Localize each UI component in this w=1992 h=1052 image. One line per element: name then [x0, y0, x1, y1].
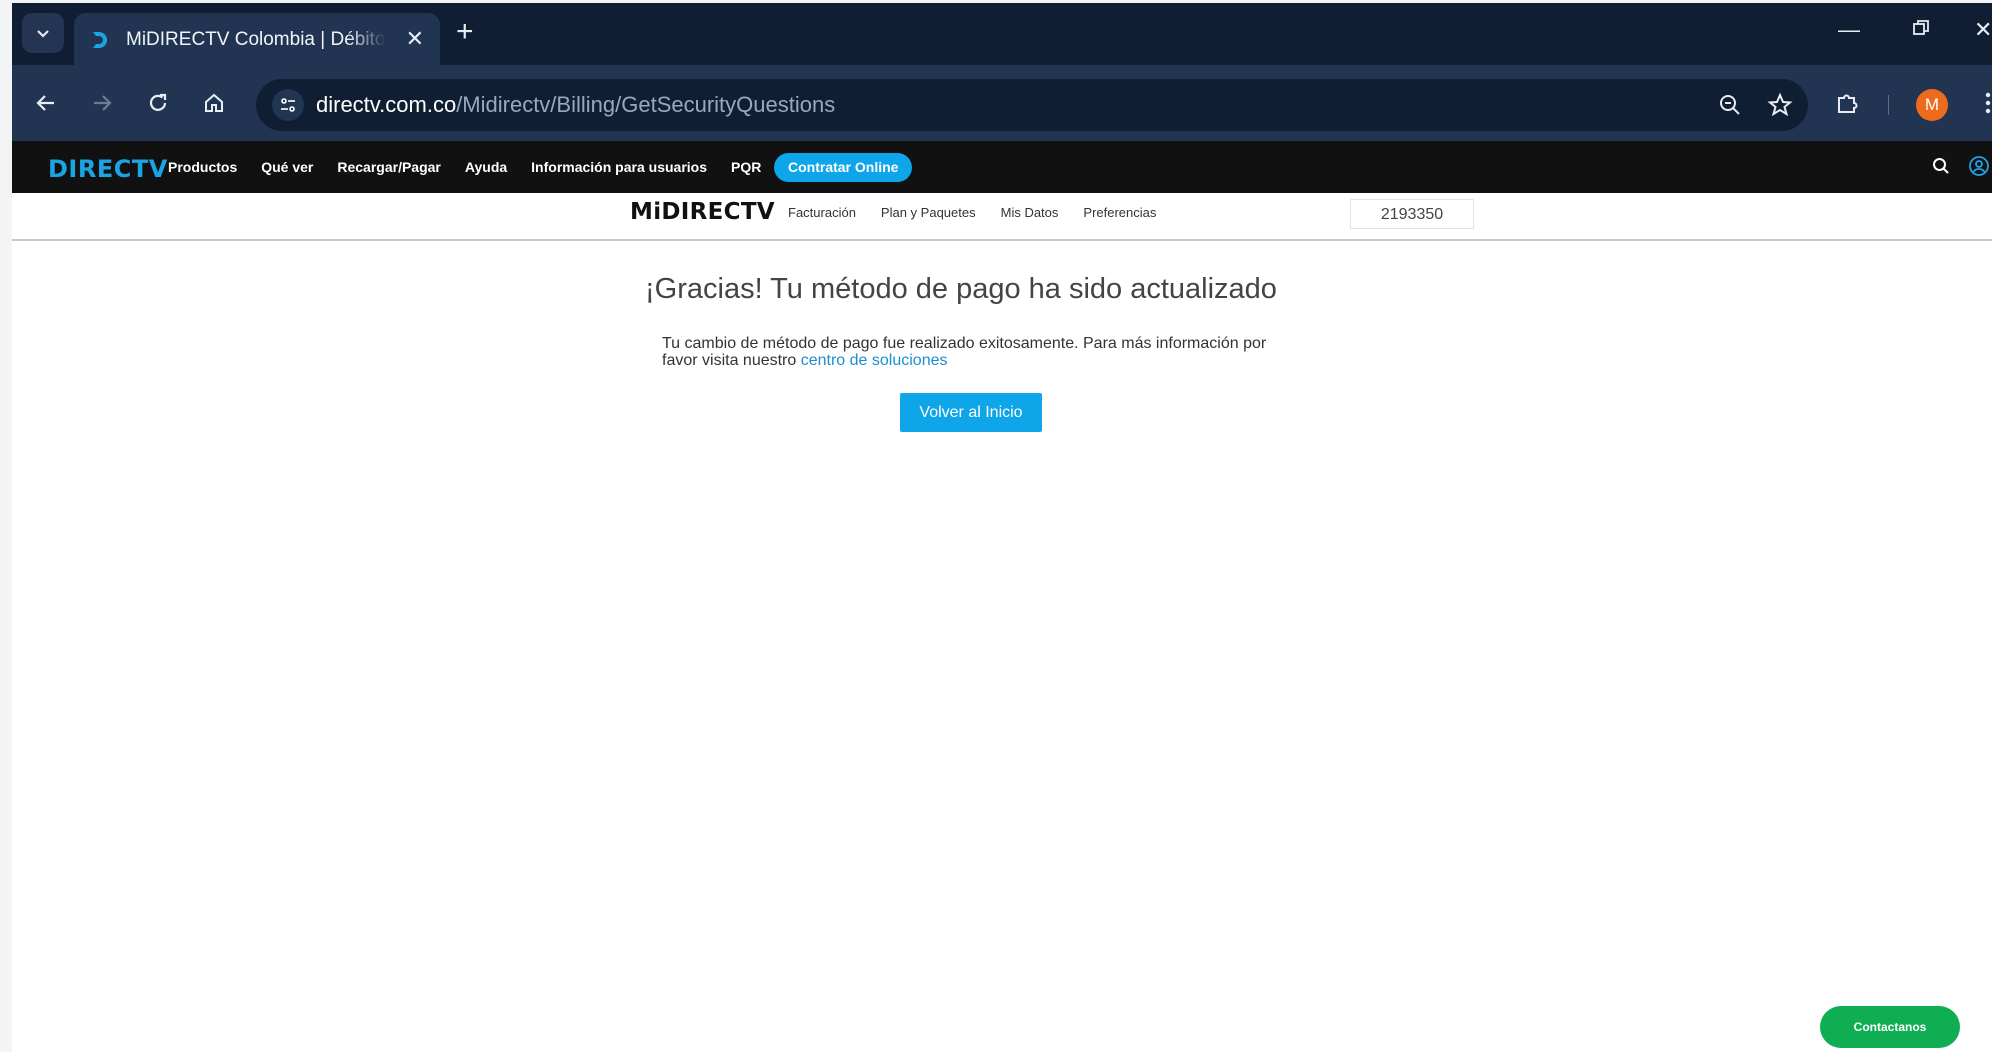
contact-button[interactable]: Contactanos: [1820, 1006, 1960, 1048]
forward-button[interactable]: [86, 87, 118, 119]
subnav-preferencias[interactable]: Preferencias: [1083, 205, 1156, 220]
tab-search-button[interactable]: [22, 13, 64, 53]
site-nav-links: Productos Qué ver Recargar/Pagar Ayuda I…: [168, 159, 761, 175]
new-tab-button[interactable]: +: [456, 17, 474, 47]
midirectv-logo[interactable]: MiDIRECTV: [630, 199, 775, 225]
nav-link-pqr[interactable]: PQR: [731, 159, 761, 175]
nav-link-ayuda[interactable]: Ayuda: [465, 159, 507, 175]
home-button[interactable]: [198, 87, 230, 119]
account-number-selector[interactable]: 2193350: [1350, 199, 1474, 229]
contratar-online-button[interactable]: Contratar Online: [774, 153, 913, 182]
back-to-home-button[interactable]: Volver al Inicio: [900, 393, 1042, 432]
arrow-left-icon: [36, 95, 54, 111]
message-text: Tu cambio de método de pago fue realizad…: [662, 335, 1267, 369]
subnav-links: Facturación Plan y Paquetes Mis Datos Pr…: [788, 205, 1156, 220]
solutions-center-link[interactable]: centro de soluciones: [801, 352, 948, 369]
reload-button[interactable]: [142, 87, 174, 119]
midirectv-subnav: MiDIRECTV Facturación Plan y Paquetes Mi…: [12, 193, 1992, 241]
nav-link-productos[interactable]: Productos: [168, 159, 237, 175]
tab-bar: MiDIRECTV Colombia | Débito ✕ + — ✕: [12, 3, 1992, 67]
subnav-plan-paquetes[interactable]: Plan y Paquetes: [881, 205, 976, 220]
subnav-mis-datos[interactable]: Mis Datos: [1001, 205, 1059, 220]
url-text: directv.com.co/Midirectv/Billing/GetSecu…: [316, 92, 835, 118]
site-info-button[interactable]: [272, 89, 304, 121]
directv-favicon-icon: [88, 28, 112, 52]
directv-logo[interactable]: DIRECTV: [48, 155, 168, 183]
active-tab[interactable]: MiDIRECTV Colombia | Débito ✕: [74, 13, 440, 67]
search-icon[interactable]: [1932, 157, 1950, 180]
minimize-icon[interactable]: —: [1838, 17, 1860, 43]
back-button[interactable]: [30, 87, 62, 119]
browser-window: MiDIRECTV Colombia | Débito ✕ + — ✕ dire…: [12, 3, 1992, 1052]
close-window-icon[interactable]: ✕: [1974, 17, 1992, 43]
bookmark-star-icon[interactable]: [1766, 91, 1794, 119]
extensions-icon[interactable]: [1832, 87, 1864, 119]
toolbar-divider: [1888, 95, 1889, 115]
url-host: directv.com.co: [316, 92, 457, 117]
more-menu-icon[interactable]: [1972, 87, 1992, 119]
restore-icon[interactable]: [1912, 17, 1930, 43]
nav-link-informacion-usuarios[interactable]: Información para usuarios: [531, 159, 707, 175]
nav-link-recargar-pagar[interactable]: Recargar/Pagar: [337, 159, 441, 175]
chevron-down-icon: [37, 30, 49, 38]
user-account-icon[interactable]: [1968, 155, 1990, 182]
confirmation-message: Tu cambio de método de pago fue realizad…: [662, 335, 1302, 369]
site-header: DIRECTV Productos Qué ver Recargar/Pagar…: [12, 141, 1992, 193]
arrow-right-icon: [94, 95, 112, 111]
reload-icon: [149, 93, 167, 111]
tune-icon: [281, 98, 295, 112]
subnav-facturacion[interactable]: Facturación: [788, 205, 856, 220]
tab-title: MiDIRECTV Colombia | Débito: [126, 29, 386, 50]
url-path: /Midirectv/Billing/GetSecurityQuestions: [456, 92, 836, 117]
nav-link-que-ver[interactable]: Qué ver: [261, 159, 313, 175]
zoom-icon[interactable]: [1716, 91, 1744, 119]
home-icon: [205, 93, 223, 112]
browser-toolbar: directv.com.co/Midirectv/Billing/GetSecu…: [12, 65, 1992, 141]
page-title: ¡Gracias! Tu método de pago ha sido actu…: [645, 273, 1277, 305]
close-tab-icon[interactable]: ✕: [406, 27, 424, 51]
address-bar[interactable]: directv.com.co/Midirectv/Billing/GetSecu…: [256, 79, 1808, 131]
profile-avatar[interactable]: M: [1916, 89, 1948, 121]
